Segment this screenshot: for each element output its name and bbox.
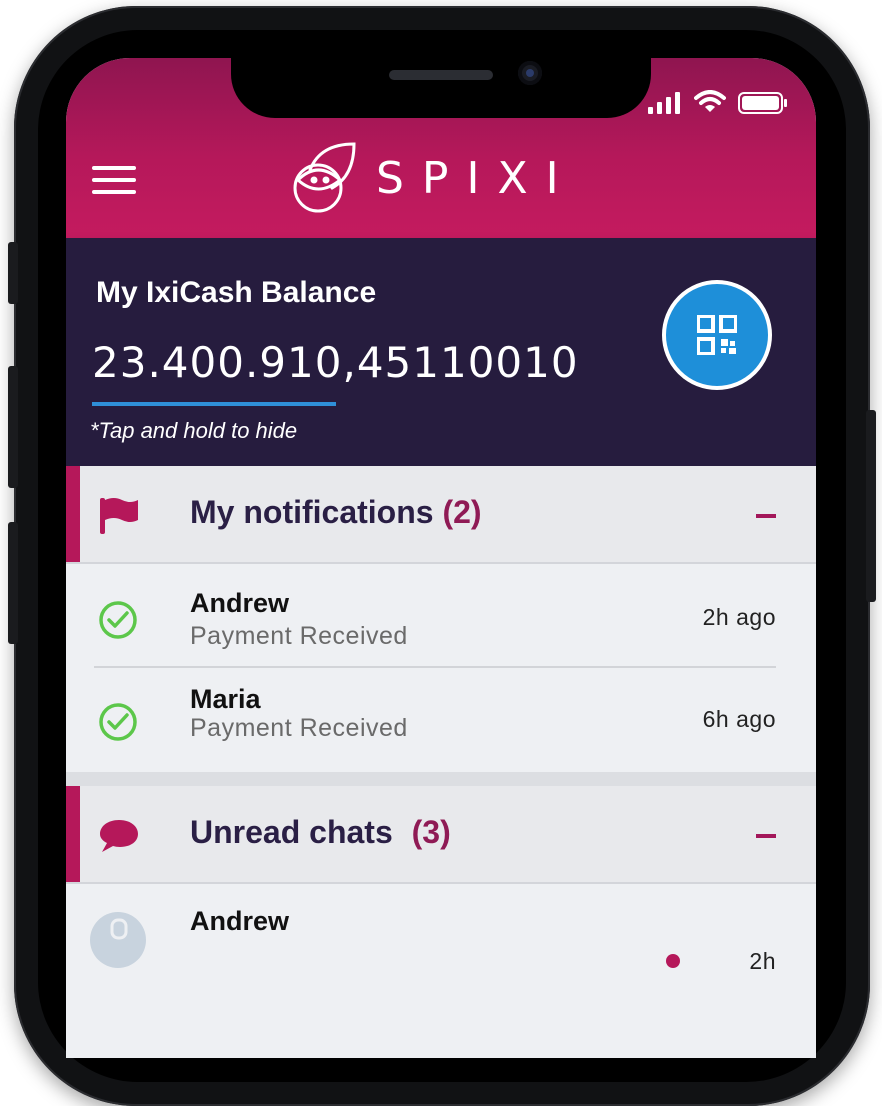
- phone-notch: [231, 58, 651, 118]
- section-gap: [66, 772, 816, 786]
- phone-volume-up-button: [8, 366, 18, 488]
- notifications-title-text: My notifications: [190, 494, 434, 530]
- qr-code-icon: [697, 315, 737, 355]
- qr-code-button[interactable]: [662, 280, 772, 390]
- notification-time: 6h ago: [702, 706, 776, 732]
- user-icon: [110, 918, 128, 940]
- section-accent: [66, 786, 80, 882]
- collapse-chats-button[interactable]: [756, 834, 776, 838]
- phone-power-button: [866, 410, 876, 602]
- avatar: [90, 912, 146, 968]
- unread-dot: [666, 954, 680, 968]
- status-bar: [648, 90, 788, 114]
- balance-card[interactable]: My IxiCash Balance 23.400.910,45110010 *…: [66, 238, 816, 466]
- balance-hint: *Tap and hold to hide: [90, 418, 298, 443]
- phone-side-button: [8, 242, 18, 304]
- chat-sender: Andrew: [190, 906, 290, 936]
- phone-camera: [518, 61, 542, 85]
- notifications-header[interactable]: My notifications (2): [66, 466, 816, 564]
- balance-title: My IxiCash Balance: [96, 276, 377, 309]
- chats-header[interactable]: Unread chats (3): [66, 786, 816, 884]
- menu-button[interactable]: [92, 166, 136, 196]
- phone-speaker: [389, 70, 493, 80]
- check-circle-icon: [99, 601, 137, 639]
- section-accent: [66, 466, 80, 562]
- notifications-title: My notifications (2): [190, 494, 482, 531]
- spixi-logo-icon: [293, 142, 356, 213]
- phone-volume-down-button: [8, 522, 18, 644]
- chat-bubble-icon: [100, 820, 138, 852]
- notifications-count: (2): [442, 494, 482, 530]
- logo-wordmark: SPIXI: [376, 152, 577, 204]
- flag-icon: [100, 498, 138, 534]
- notification-row[interactable]: Andrew Payment Received 2h ago: [66, 566, 816, 668]
- collapse-notifications-button[interactable]: [756, 514, 776, 518]
- app-logo: SPIXI: [292, 140, 577, 216]
- chat-time: 2h: [749, 948, 776, 974]
- wifi-icon: [694, 90, 726, 112]
- notification-text: Payment Received: [190, 622, 408, 650]
- notification-sender: Andrew: [190, 588, 290, 618]
- chats-title: Unread chats (3): [190, 814, 451, 851]
- app-screen: SPIXI My IxiCash Balance 23.400.910,4511…: [66, 58, 816, 1058]
- chats-title-text: Unread chats: [190, 814, 393, 850]
- hamburger-icon: [92, 166, 136, 170]
- notification-row[interactable]: Maria Payment Received 6h ago: [66, 668, 816, 770]
- chat-row[interactable]: Andrew 2h: [66, 884, 816, 986]
- check-circle-icon: [99, 703, 137, 741]
- notification-sender: Maria: [190, 684, 261, 714]
- battery-icon: [738, 92, 787, 114]
- balance-amount: 23.400.910,45110010: [92, 338, 579, 387]
- notification-time: 2h ago: [702, 604, 776, 630]
- chats-count: (3): [411, 814, 451, 850]
- notification-text: Payment Received: [190, 714, 408, 742]
- balance-underline: [92, 402, 336, 406]
- signal-icon: [648, 92, 680, 114]
